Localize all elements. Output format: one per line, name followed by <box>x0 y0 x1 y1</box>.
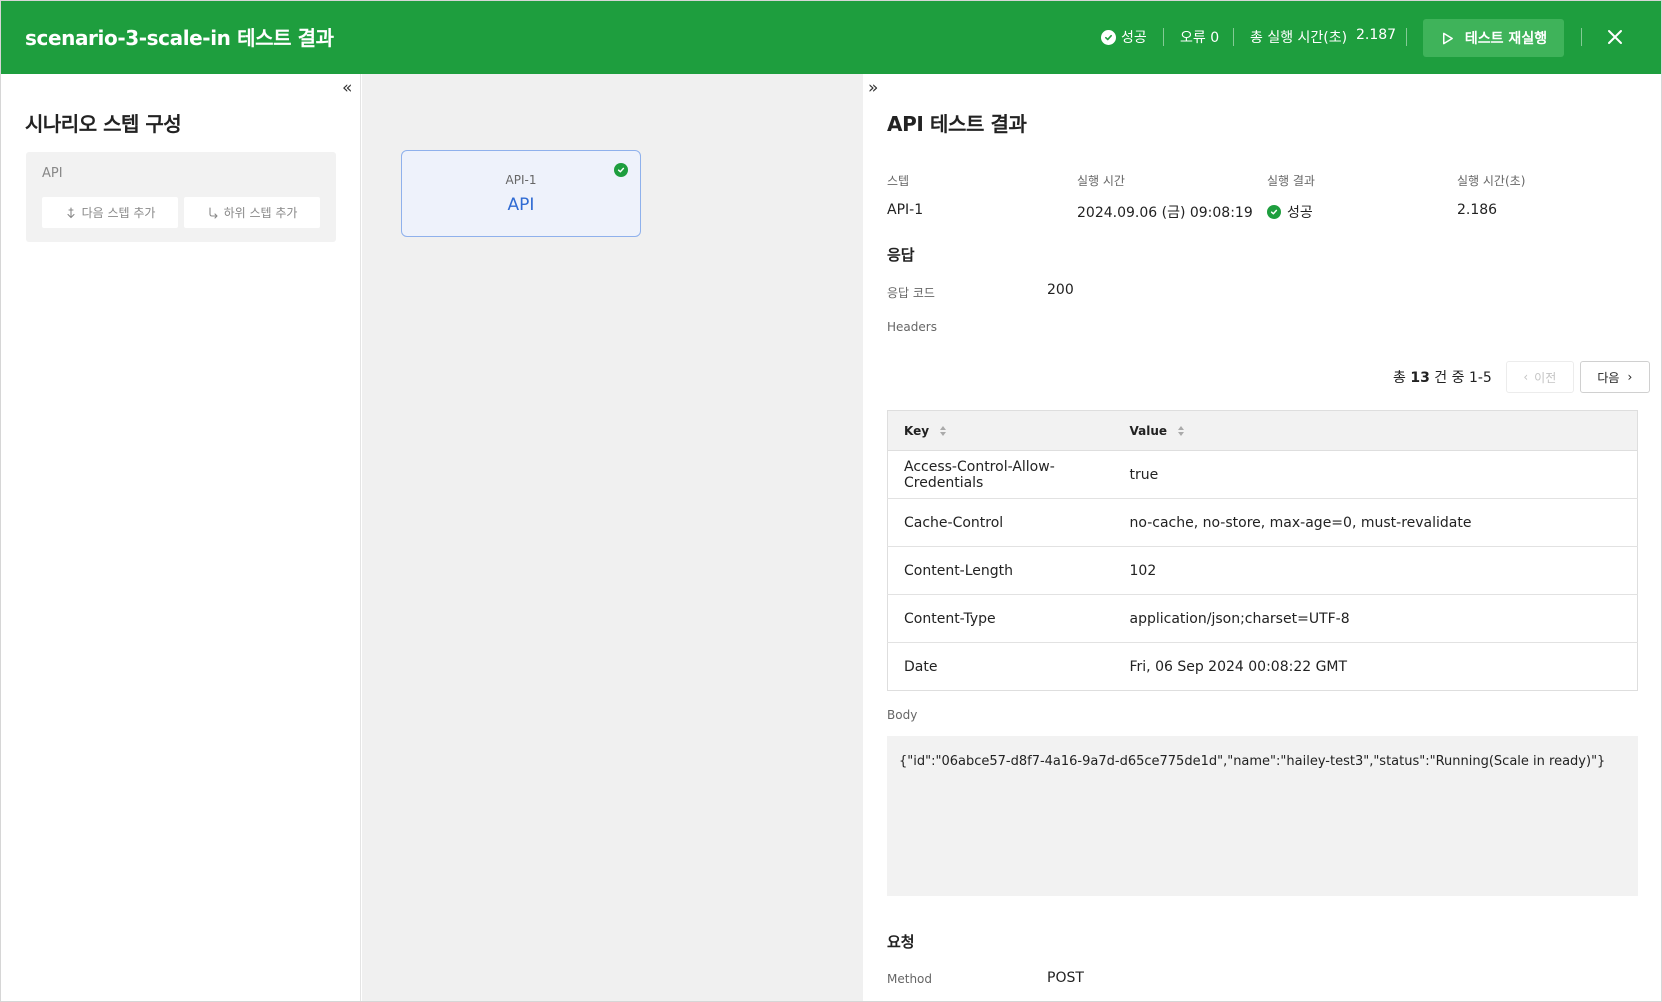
pagination-prefix: 총 <box>1393 370 1406 386</box>
panel-title: 시나리오 스텝 구성 <box>25 112 182 136</box>
method-value: POST <box>1047 970 1084 986</box>
response-section-title: 응답 <box>887 246 915 264</box>
column-value-label: Value <box>1129 423 1168 438</box>
request-section-title: 요청 <box>887 933 915 951</box>
header-key: Content-Length <box>887 546 1114 595</box>
pagination-count: 총 13 건 중 1-5 <box>1393 367 1492 387</box>
step-label: 스텝 <box>887 174 910 188</box>
column-key-label: Key <box>904 423 930 438</box>
headers-label: Headers <box>887 320 937 334</box>
header-value: true <box>1113 450 1638 499</box>
duration-label: 실행 시간(초) <box>1457 174 1526 188</box>
result-header: scenario-3-scale-in 테스트 결과 성공 오류 0 총 실행 … <box>1 1 1661 74</box>
result-label: 실행 결과 <box>1267 174 1315 188</box>
duration-value: 2.186 <box>1457 202 1498 218</box>
prev-page-button[interactable]: ‹ 이전 <box>1505 361 1574 393</box>
collapse-right-icon[interactable]: » <box>868 78 878 98</box>
result-value: 성공 <box>1267 202 1313 222</box>
step-card: API 다음 스텝 추가 하위 스텝 추가 <box>26 152 336 242</box>
response-body: {"id":"06abce57-d8f7-4a16-9a7d-d65ce775d… <box>887 736 1638 896</box>
chevron-left-icon: ‹ <box>1523 370 1529 384</box>
column-header-value[interactable]: Value <box>1113 410 1638 451</box>
anchor-icon <box>67 206 75 218</box>
method-label: Method <box>887 972 933 986</box>
add-next-step-label: 다음 스텝 추가 <box>81 206 156 220</box>
prev-page-label: 이전 <box>1534 370 1557 385</box>
page-title: scenario-3-scale-in 테스트 결과 <box>25 26 334 50</box>
total-time-value: 2.187 <box>1356 27 1397 43</box>
sort-icon[interactable] <box>939 425 947 437</box>
response-code-value: 200 <box>1047 282 1074 298</box>
step-name: API <box>42 166 63 181</box>
success-check-icon <box>1267 205 1281 219</box>
divider <box>1233 28 1234 46</box>
step-value: API-1 <box>887 202 924 218</box>
header-value: application/json;charset=UTF-8 <box>1113 594 1638 643</box>
next-page-label: 다음 <box>1597 370 1620 385</box>
header-key: Date <box>904 658 938 675</box>
next-page-button[interactable]: 다음 › <box>1579 361 1650 393</box>
branch-icon <box>209 206 218 219</box>
divider <box>1406 28 1407 46</box>
status-badge: 성공 <box>1101 27 1147 47</box>
headers-table: Key Value Access-Control-Allow-Credentia… <box>887 410 1638 691</box>
column-header-key[interactable]: Key <box>887 410 1114 451</box>
table-header-row: Key Value <box>887 410 1638 451</box>
table-row: Content-Length 102 <box>887 546 1638 595</box>
add-child-step-button[interactable]: 하위 스텝 추가 <box>184 197 320 228</box>
scenario-canvas: API-1 API <box>362 74 863 1001</box>
table-row: Date Fri, 06 Sep 2024 00:08:22 GMT <box>888 643 1638 691</box>
response-code-label: 응답 코드 <box>887 286 935 300</box>
sort-icon[interactable] <box>1177 425 1185 437</box>
rerun-label: 테스트 재실행 <box>1464 31 1548 47</box>
status-label: 성공 <box>1121 30 1147 46</box>
app-window: scenario-3-scale-in 테스트 결과 성공 오류 0 총 실행 … <box>0 0 1662 1002</box>
table-row: Cache-Control no-cache, no-store, max-ag… <box>887 498 1638 547</box>
play-icon <box>1442 32 1453 44</box>
success-check-icon <box>614 163 628 177</box>
divider <box>1581 28 1582 46</box>
rerun-test-button[interactable]: 테스트 재실행 <box>1423 19 1564 57</box>
add-child-step-label: 하위 스텝 추가 <box>223 206 298 220</box>
header-value: no-cache, no-store, max-age=0, must-reva… <box>1113 498 1638 547</box>
body-label: Body <box>887 708 918 722</box>
node-type: API <box>507 195 535 215</box>
table-row: Content-Type application/json;charset=UT… <box>887 594 1638 643</box>
result-text: 성공 <box>1287 205 1313 221</box>
exec-time-value: 2024.09.06 (금) 09:08:19 <box>1077 205 1253 221</box>
step-node[interactable]: API-1 API <box>401 150 641 237</box>
panel-title: API 테스트 결과 <box>887 112 1027 136</box>
header-value: 102 <box>1113 546 1638 595</box>
pagination-total: 13 <box>1410 370 1430 386</box>
check-circle-icon <box>1101 29 1116 45</box>
table-row: Access-Control-Allow-Credentials true <box>887 450 1638 499</box>
node-id: API-1 <box>505 173 537 187</box>
header-key: Access-Control-Allow-Credentials <box>887 450 1114 499</box>
exec-time-label: 실행 시간 <box>1077 174 1125 188</box>
api-result-panel: » API 테스트 결과 스텝 실행 시간 실행 결과 실행 시간(초) API… <box>863 74 1661 1001</box>
close-icon[interactable] <box>1605 27 1625 47</box>
add-next-step-button[interactable]: 다음 스텝 추가 <box>42 197 178 228</box>
pagination: 총 13 건 중 1-5 ‹ 이전 다음 › <box>1393 361 1650 393</box>
collapse-left-icon[interactable]: « <box>342 78 352 98</box>
header-key: Content-Type <box>887 594 1114 643</box>
header-value: Fri, 06 Sep 2024 00:08:22 GMT <box>1129 658 1348 675</box>
divider <box>1163 28 1164 46</box>
header-key: Cache-Control <box>887 498 1114 547</box>
error-count: 오류 0 <box>1180 30 1220 46</box>
chevron-right-icon: › <box>1627 370 1633 384</box>
pagination-range: 건 중 1-5 <box>1434 370 1492 386</box>
total-time-label: 총 실행 시간(초) <box>1250 30 1348 46</box>
scenario-step-panel: « 시나리오 스텝 구성 API 다음 스텝 추가 하위 스텝 추가 <box>1 74 361 1001</box>
